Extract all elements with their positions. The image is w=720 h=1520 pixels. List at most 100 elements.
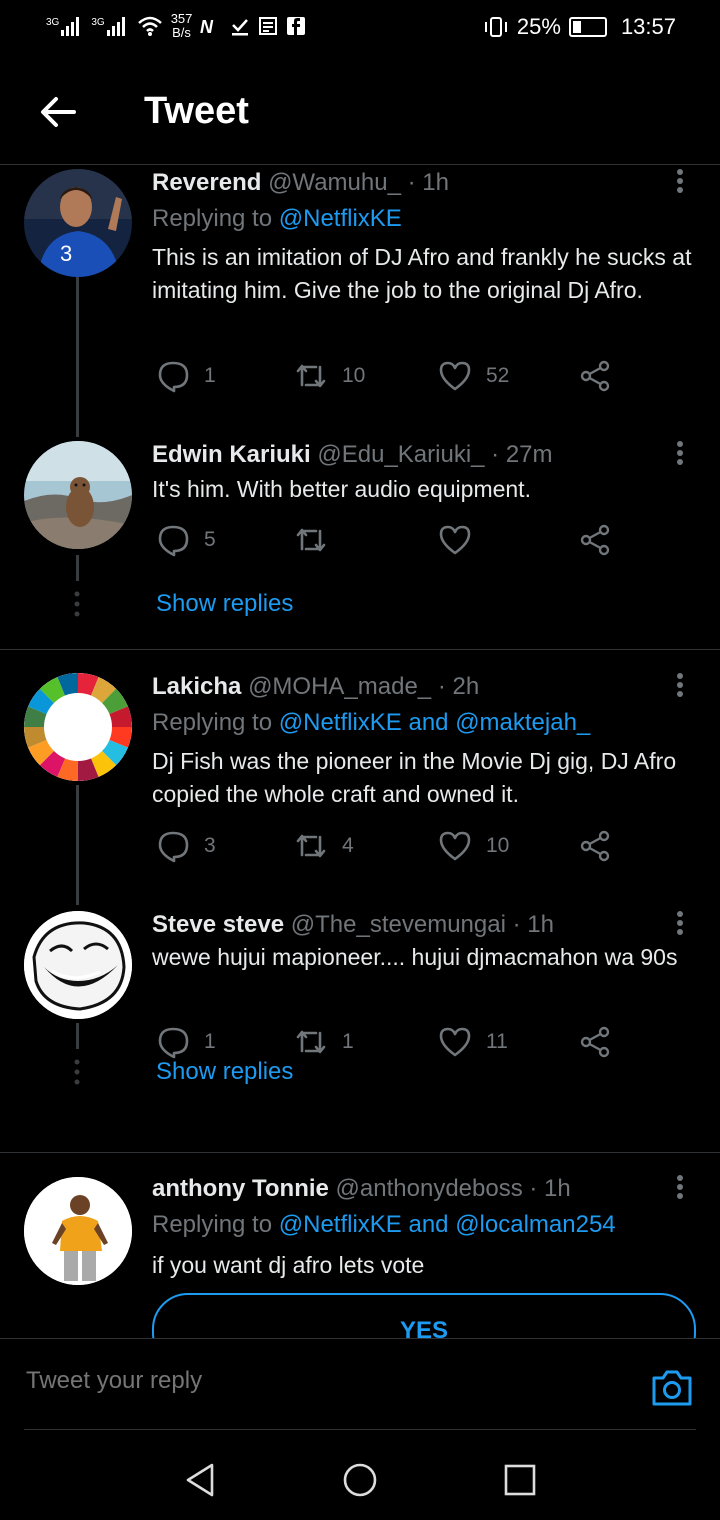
signal-2: 3G [91,16,128,36]
back-arrow-icon[interactable] [34,88,82,136]
replying-to-prefix: Replying to [152,1211,273,1238]
battery-fill [572,21,581,33]
avatar[interactable] [24,1177,132,1285]
author-name[interactable]: anthony Tonnie [152,1175,329,1202]
speed-value: 357 [170,11,193,26]
like-button[interactable] [438,523,486,557]
avatar-man-yellow-shirt-image [24,1177,132,1285]
author-handle[interactable]: @MOHA_made_ [248,673,431,700]
author-handle[interactable]: @The_stevemungai [291,911,506,938]
retweet-button[interactable]: 1 [294,1025,354,1059]
author-name[interactable]: Edwin Kariuki [152,441,311,468]
show-replies-link[interactable]: Show replies [156,1058,293,1086]
share-icon [580,360,610,392]
wifi-icon [137,16,162,36]
reply-count: 3 [204,834,216,857]
like-icon [439,361,471,391]
tweet-header: Reverend @Wamuhu_ · 1h [152,169,449,197]
download-check-icon [232,19,249,36]
author-name[interactable]: Reverend [152,169,261,196]
system-navigation-bar [0,1430,720,1520]
more-vertical-icon[interactable] [668,909,692,939]
like-button[interactable]: 52 [438,359,509,393]
replying-to-link[interactable]: @NetflixKE and @maktejah_ [279,709,591,736]
tweet-text: wewe hujui mapioneer.... hujui djmacmaho… [152,944,678,970]
share-button[interactable] [578,829,612,863]
reply-button[interactable]: 1 [156,359,216,393]
tweet-header: Steve steve @The_stevemungai · 1h [152,911,554,939]
signal-1: 3G [46,16,83,36]
more-vertical-icon[interactable] [668,167,692,197]
nav-recents-icon[interactable] [502,1462,538,1498]
tweet-time: · 1h [407,169,449,196]
signal-bars-icon [106,17,125,36]
more-vertical-icon[interactable] [668,671,692,701]
avatar-sdg-wheel-image [24,673,132,781]
replying-to-link[interactable]: @NetflixKE and @localman254 [279,1211,616,1238]
retweet-icon [296,1030,326,1054]
reply-icon [158,525,189,557]
avatar[interactable]: 3 [24,169,132,277]
nav-home-icon[interactable] [342,1462,378,1498]
network-speed: 357 B/s [171,12,193,40]
reply-icon [158,361,189,393]
status-bar: 3G 3G 357 B/s N 25% 13:57 [0,0,720,56]
author-name[interactable]: Steve steve [152,911,284,938]
more-vertical-icon[interactable] [668,1173,692,1203]
status-right: 25% 13:57 [483,14,676,40]
nav-back-icon[interactable] [182,1462,218,1498]
retweet-count: 10 [342,364,366,387]
facebook-icon [287,17,306,35]
like-count: 10 [486,834,510,857]
reply-button[interactable]: 5 [156,523,216,557]
reply-input[interactable] [24,1366,588,1396]
signal-bars-icon [61,17,80,36]
speed-unit: B/s [172,25,191,40]
reply-button[interactable]: 1 [156,1025,216,1059]
reply-feed[interactable]: 3 Reverend @Wamuhu_ · 1h Replying to @Ne… [0,165,720,1338]
tweet-text: It's him. With better audio equipment. [152,476,531,502]
retweet-count: 4 [342,834,354,857]
share-button[interactable] [578,359,612,393]
conversation-divider [0,649,720,650]
author-handle[interactable]: @Edu_Kariuki_ [317,441,484,468]
poll-option-label: YES [399,1317,449,1338]
avatar[interactable] [24,441,132,549]
tweet-header: Lakicha @MOHA_made_ · 2h [152,673,479,701]
like-count: 11 [486,1030,508,1053]
avatar[interactable] [24,673,132,781]
netflix-notification-icon: N [200,17,214,36]
tweet-actions: 5 [152,523,622,563]
poll-option-button[interactable]: YES [152,1293,696,1338]
author-handle[interactable]: @anthonydeboss [336,1175,523,1202]
retweet-button[interactable] [294,523,342,557]
reply-composer [0,1340,720,1430]
retweet-button[interactable]: 4 [294,829,354,863]
author-name[interactable]: Lakicha [152,673,241,700]
author-handle[interactable]: @Wamuhu_ [268,169,401,196]
avatar-trollface-image [24,911,132,1019]
avatar-quokka-image [24,441,132,549]
vibrate-icon [484,17,507,37]
replying-to-link[interactable]: @NetflixKE [279,205,402,232]
conversation-divider [0,1152,720,1153]
signal-2-label: 3G [91,17,105,28]
show-replies-link[interactable]: Show replies [156,590,293,618]
like-button[interactable]: 10 [438,829,509,863]
thread-line [76,277,79,437]
page-title: Tweet [144,90,249,132]
tweet-actions: 1 10 52 [152,359,622,399]
retweet-icon [296,834,326,858]
avatar[interactable] [24,911,132,1019]
battery-icon [568,17,607,37]
share-button[interactable] [578,1025,612,1059]
camera-icon[interactable] [650,1368,694,1408]
like-button[interactable]: 11 [438,1025,508,1059]
retweet-button[interactable]: 10 [294,359,365,393]
more-vertical-icon[interactable] [668,439,692,469]
like-icon [439,1027,471,1057]
share-button[interactable] [578,523,612,557]
reply-button[interactable]: 3 [156,829,216,863]
retweet-count: 1 [342,1030,354,1053]
svg-text:N: N [200,17,214,36]
